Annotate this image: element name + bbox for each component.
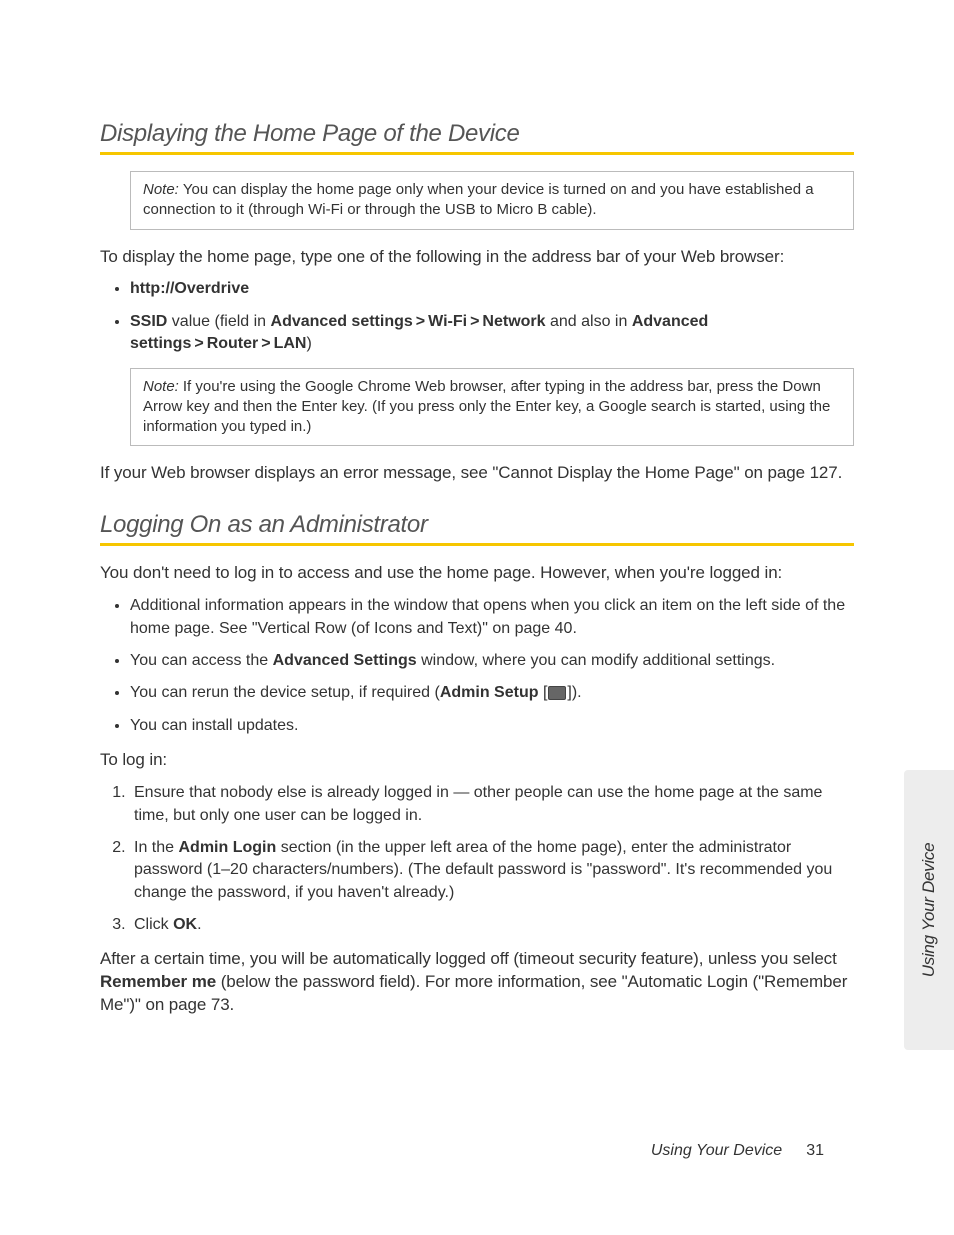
list-item: You can install updates.: [130, 715, 854, 737]
bold-text: OK: [173, 916, 197, 933]
bullet-list: http://Overdrive SSID value (field in Ad…: [100, 278, 854, 355]
note-text: If you're using the Google Chrome Web br…: [143, 378, 830, 436]
chevron-icon: >: [261, 335, 270, 352]
bold-text: Router: [207, 335, 259, 352]
bold-text: Advanced settings: [271, 313, 413, 330]
side-tab: Using Your Device: [904, 770, 954, 1050]
text: You can rerun the device setup, if requi…: [130, 684, 440, 701]
text: .: [197, 916, 201, 933]
text: value (field in: [167, 313, 270, 330]
numbered-list: Ensure that nobody else is already logge…: [100, 782, 854, 936]
body-paragraph: To display the home page, type one of th…: [100, 246, 854, 269]
page-footer: Using Your Device 31: [651, 1142, 824, 1160]
heading-rule: [100, 543, 854, 546]
text: Click: [134, 916, 173, 933]
list-item: Click OK.: [130, 914, 854, 936]
bold-text: Advanced Settings: [273, 652, 417, 669]
bold-text: Network: [482, 313, 545, 330]
body-paragraph: After a certain time, you will be automa…: [100, 948, 854, 1017]
text: ]).: [567, 684, 581, 701]
note-box: Note:If you're using the Google Chrome W…: [130, 368, 854, 447]
text: and also in: [546, 313, 632, 330]
bold-text: Remember me: [100, 972, 216, 991]
list-item: Ensure that nobody else is already logge…: [130, 782, 854, 827]
bold-text: SSID: [130, 313, 167, 330]
bold-text: Admin Login: [178, 839, 276, 856]
side-tab-label: Using Your Device: [919, 843, 939, 977]
list-item: Additional information appears in the wi…: [130, 595, 854, 640]
bullet-list: Additional information appears in the wi…: [100, 595, 854, 737]
text: After a certain time, you will be automa…: [100, 949, 837, 968]
text: You can access the: [130, 652, 273, 669]
body-paragraph: You don't need to log in to access and u…: [100, 562, 854, 585]
note-box: Note:You can display the home page only …: [130, 171, 854, 230]
list-item: You can access the Advanced Settings win…: [130, 650, 854, 672]
note-label: Note:: [143, 181, 179, 198]
text: In the: [134, 839, 178, 856]
heading-rule: [100, 152, 854, 155]
document-page: Displaying the Home Page of the Device N…: [0, 0, 954, 1235]
admin-setup-icon: [548, 686, 566, 700]
chevron-icon: >: [416, 313, 425, 330]
section-heading: Logging On as an Administrator: [100, 511, 854, 539]
footer-section: Using Your Device: [651, 1142, 782, 1159]
bold-text: Wi-Fi: [428, 313, 467, 330]
note-text: You can display the home page only when …: [143, 181, 814, 218]
list-item: You can rerun the device setup, if requi…: [130, 682, 854, 704]
list-item: In the Admin Login section (in the upper…: [130, 837, 854, 904]
body-paragraph: To log in:: [100, 749, 854, 772]
bold-text: http://Overdrive: [130, 280, 249, 297]
text: window, where you can modify additional …: [417, 652, 775, 669]
bold-text: LAN: [274, 335, 307, 352]
chevron-icon: >: [194, 335, 203, 352]
text: ): [306, 335, 311, 352]
page-number: 31: [806, 1142, 824, 1159]
list-item: http://Overdrive: [130, 278, 854, 300]
section-heading: Displaying the Home Page of the Device: [100, 120, 854, 148]
chevron-icon: >: [470, 313, 479, 330]
text: [: [539, 684, 548, 701]
list-item: SSID value (field in Advanced settings>W…: [130, 311, 854, 356]
note-label: Note:: [143, 378, 179, 395]
body-paragraph: If your Web browser displays an error me…: [100, 462, 854, 485]
bold-text: Admin Setup: [440, 684, 539, 701]
